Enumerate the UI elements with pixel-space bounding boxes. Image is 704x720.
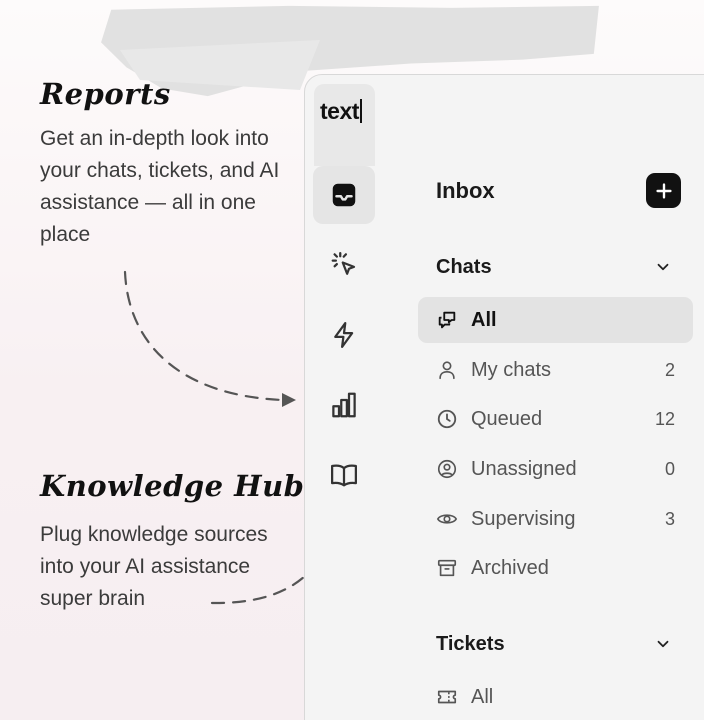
- nav-item-my-chats[interactable]: My chats 2: [418, 347, 693, 393]
- nav-item-queued[interactable]: Queued 12: [418, 396, 693, 442]
- nav-count: 3: [664, 508, 675, 529]
- tickets-section-header[interactable]: Tickets: [436, 633, 505, 656]
- ticket-icon: [437, 690, 457, 704]
- person-icon: [439, 361, 455, 380]
- clock-icon: [437, 409, 457, 429]
- nav-label: Queued: [471, 407, 543, 430]
- chat-bubbles-icon: [438, 311, 456, 329]
- nav-label: All: [471, 308, 497, 331]
- nav-label: Unassigned: [471, 457, 577, 480]
- add-button[interactable]: [646, 173, 681, 208]
- app-logo[interactable]: text: [320, 98, 362, 125]
- reports-arrow-line: [123, 270, 284, 402]
- archive-icon: [437, 559, 457, 577]
- bar-chart-icon: [332, 392, 356, 418]
- nav-label: My chats: [471, 358, 552, 381]
- rail-inbox-button[interactable]: [313, 166, 375, 224]
- rail-ai-button[interactable]: [313, 236, 375, 294]
- chats-section-header[interactable]: Chats: [436, 256, 492, 279]
- sparkle-cursor-icon: [331, 252, 356, 275]
- logo-text: text: [320, 98, 359, 124]
- nav-label: Supervising: [471, 507, 576, 530]
- chevron-down-icon[interactable]: [654, 258, 672, 276]
- nav-count: 2: [664, 359, 675, 380]
- rail-automation-button[interactable]: [313, 306, 375, 364]
- nav-item-chats-all[interactable]: All: [418, 297, 693, 343]
- chevron-down-icon[interactable]: [654, 635, 672, 653]
- plus-icon: [655, 182, 672, 199]
- nav-item-archived[interactable]: Archived: [418, 545, 693, 591]
- lightning-icon: [334, 322, 354, 348]
- nav-item-tickets-all[interactable]: All: [418, 674, 693, 720]
- rail-knowledge-button[interactable]: [313, 446, 375, 504]
- eye-icon: [436, 514, 458, 524]
- rail-reports-button[interactable]: [313, 376, 375, 434]
- book-icon: [331, 464, 357, 487]
- nav-item-unassigned[interactable]: Unassigned 0: [418, 446, 693, 492]
- nav-count: 12: [654, 408, 675, 429]
- text-cursor-icon: [359, 99, 362, 123]
- nav-count: 0: [664, 458, 675, 479]
- nav-label: Archived: [471, 556, 549, 579]
- nav-item-supervising[interactable]: Supervising 3: [418, 496, 693, 542]
- logo-block: [314, 84, 375, 166]
- inbox-title: Inbox: [436, 178, 495, 203]
- reports-arrowhead: [282, 393, 296, 407]
- inbox-icon: [332, 183, 356, 207]
- nav-label: All: [471, 685, 494, 708]
- user-circle-icon: [437, 459, 457, 479]
